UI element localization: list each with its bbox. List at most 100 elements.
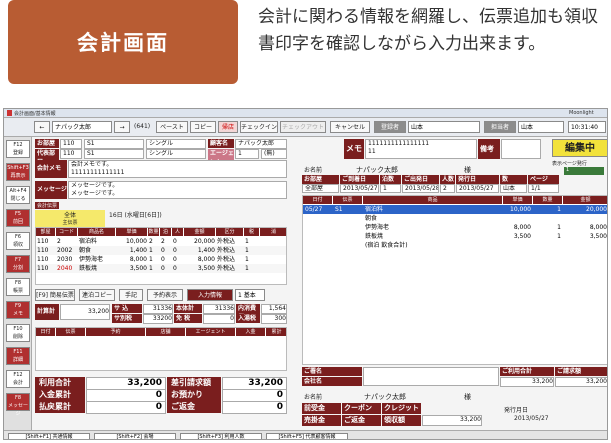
info-value-3[interactable]: 2013/05/28 [402, 184, 439, 193]
simple-slip-button[interactable]: [F9] 簡易伝票 [35, 289, 75, 301]
detail-cell-amt: 3,500 [589, 233, 607, 240]
list-item[interactable]: 伊勢海老 8,000 1 8,000 [303, 223, 607, 232]
invoice-detail-grid: 日付 伝票 商品 単価 数量 金額 05/27 S1 宿泊料 10,000 1 20,000 朝食 伊勢海… [302, 195, 607, 365]
issue-date-label: 発行月日 [504, 407, 529, 414]
info-value-2[interactable]: 1 [380, 184, 401, 193]
table-row[interactable]: 110 2040 鉄板焼 3,500 1 0 0 3,500 外税込 1 [36, 264, 286, 273]
info-value-1[interactable]: 2013/05/27 [340, 184, 379, 193]
name-honorific: 様 [464, 166, 471, 174]
fkey-button-2[interactable]: Alt+F4 閉じる [6, 186, 30, 204]
fkey-button-0[interactable]: F12 登録 [6, 140, 30, 158]
fkey-label-11: メッセージ [7, 403, 28, 417]
memo-line-1: 会計メモです。 [71, 161, 113, 168]
right-memo-field[interactable]: 1111111111111111 11 [365, 139, 477, 159]
fkey-button-7[interactable]: F9 メモ [6, 301, 30, 319]
room-code-field[interactable]: S1 [84, 139, 144, 149]
memo-field[interactable]: 会計メモです。 11111111111111 [68, 160, 287, 178]
fkey-button-4[interactable]: F6 領収 [6, 232, 30, 250]
slip-cell-amt: 1,400 [197, 247, 215, 254]
input-info-button[interactable]: 入力情報 [187, 289, 233, 301]
shortcut-button-1[interactable]: [Shift+F2] 会場 [94, 433, 176, 439]
prev-button[interactable]: ← [34, 121, 50, 133]
shortcut-button-2[interactable]: [Shift+F3] 利用人数 [180, 433, 262, 439]
fkey-button-3[interactable]: F5 前回 [6, 209, 30, 227]
list-item[interactable]: 鉄板焼 3,500 1 3,500 [303, 232, 607, 241]
guest-name-field[interactable]: ナパック太郎 [235, 139, 287, 149]
info-header-6: 数 [500, 175, 527, 184]
copy-button[interactable]: コピー [190, 121, 216, 133]
right-memo-label: メモ [344, 139, 364, 159]
table-row[interactable]: 110 2 宿泊料 10,000 2 2 0 20,000 外税込 1 [36, 237, 286, 246]
bath-tax-label: 入湯税 [236, 314, 260, 323]
customer-field[interactable]: ナパック太郎 [52, 121, 112, 133]
copy-stay-button[interactable]: 連泊コピー [79, 289, 115, 301]
fkey-button-5[interactable]: F7 分割 [6, 255, 30, 273]
info-value-4[interactable]: 2 [440, 184, 455, 193]
registrant-field[interactable]: 山本 [408, 121, 480, 133]
rep-room-no[interactable]: 110 [60, 149, 82, 159]
shortcut-button-3[interactable]: [Shift+F5] 代表顧客情報 [266, 433, 348, 439]
fkey-key-3: F5 [14, 211, 22, 217]
use-total-value: 33,200 [500, 377, 554, 387]
next-button[interactable]: → [114, 121, 130, 133]
total-value2-2: 0 [222, 401, 287, 414]
basic-field[interactable]: 1 基本 [235, 289, 265, 301]
fkey-key-10: F12 [13, 372, 23, 378]
paste-button[interactable]: ペースト [156, 121, 188, 133]
fkey-label-6: 帳票 [12, 288, 23, 294]
cancel-button[interactable]: キャンセル [330, 121, 370, 133]
use-total-label: ご利用合計 [500, 367, 554, 376]
tab-main[interactable]: 主伝票 [35, 219, 105, 227]
editing-button[interactable]: 編集中 [552, 139, 607, 157]
detail-cell-date: 05/27 [305, 206, 323, 213]
agent-name-field[interactable]: (無) [261, 149, 287, 159]
detail-cell-name: 宿泊料 [365, 206, 384, 213]
detail-cell-name: 鉄板焼 [365, 233, 384, 240]
cancel-out-button[interactable]: 帰店 [218, 121, 238, 133]
slip-cell-tax: 1 [245, 238, 249, 245]
memo-write-button[interactable]: 手記 [119, 289, 143, 301]
fkey-key-11: F8 [14, 395, 22, 401]
list-item[interactable]: 05/27 S1 宿泊料 10,000 1 20,000 [303, 205, 607, 214]
total-label-2: 払戻累計 [35, 401, 85, 413]
info-value-6[interactable]: 山本 [500, 184, 527, 193]
remark-field[interactable] [501, 139, 541, 159]
tab-all[interactable]: 全体 [35, 210, 105, 219]
receipt-amount: 33,200 [422, 415, 482, 426]
table-row[interactable]: 110 2030 伊勢海老 8,000 1 0 0 8,000 外税込 1 [36, 255, 286, 264]
info-value-0[interactable]: 全部屋 [302, 184, 339, 193]
fkey-button-8[interactable]: F10 削除 [6, 324, 30, 342]
checkin-button[interactable]: チェックイン [240, 121, 278, 133]
calc-label: 計算計 [35, 304, 59, 320]
fkey-label-10: 会計 [12, 380, 23, 386]
checkout-button[interactable]: チェックアウト [280, 121, 326, 133]
fkey-button-6[interactable]: F8 帳票 [6, 278, 30, 296]
payment-col-header: 入金 [236, 328, 265, 336]
fkey-button-10[interactable]: F12 会計 [6, 370, 30, 388]
info-value-7[interactable]: 1/1 [528, 184, 559, 193]
info-value-5[interactable]: 2013/05/27 [456, 184, 499, 193]
room-no-field[interactable]: 110 [60, 139, 82, 149]
agent-field[interactable]: 1 [235, 149, 259, 159]
shortcut-button-0[interactable]: [Shift+F1] 共通情報 [8, 433, 90, 439]
slip-cell-qty: 1 [149, 247, 153, 254]
reservation-button[interactable]: 予約表示 [147, 289, 183, 301]
fkey-button-9[interactable]: F11 詳細 [6, 347, 30, 365]
company-field[interactable] [363, 367, 499, 386]
rep-room-code[interactable]: S1 [84, 149, 144, 159]
page-issue-link[interactable]: 表示ページ発行 [552, 160, 587, 167]
table-row[interactable]: 110 2002 朝食 1,400 1 0 0 1,400 外税込 1 [36, 246, 286, 255]
slip-cell-room: 110 [37, 256, 49, 263]
right-memo-line-1: 1111111111111111 [368, 140, 430, 147]
rep-room-type[interactable]: シングル [146, 149, 206, 159]
list-item[interactable]: 朝食 [303, 214, 607, 223]
detail-cell-price: 3,500 [513, 233, 531, 240]
staff-field[interactable]: 山本 [518, 121, 564, 133]
list-item[interactable]: (宿泊 飲食合計) [303, 241, 607, 250]
fkey-button-1[interactable]: Shift+F3 再表示 [6, 163, 30, 181]
fkey-button-11[interactable]: F8 メッセージ [6, 393, 30, 417]
copies-field[interactable]: 1 [564, 167, 604, 175]
body-total-label: 本体計 [174, 304, 202, 313]
room-type-field[interactable]: シングル [146, 139, 206, 149]
message-field[interactable]: メッセージです。 メッセージです。 [68, 181, 287, 199]
